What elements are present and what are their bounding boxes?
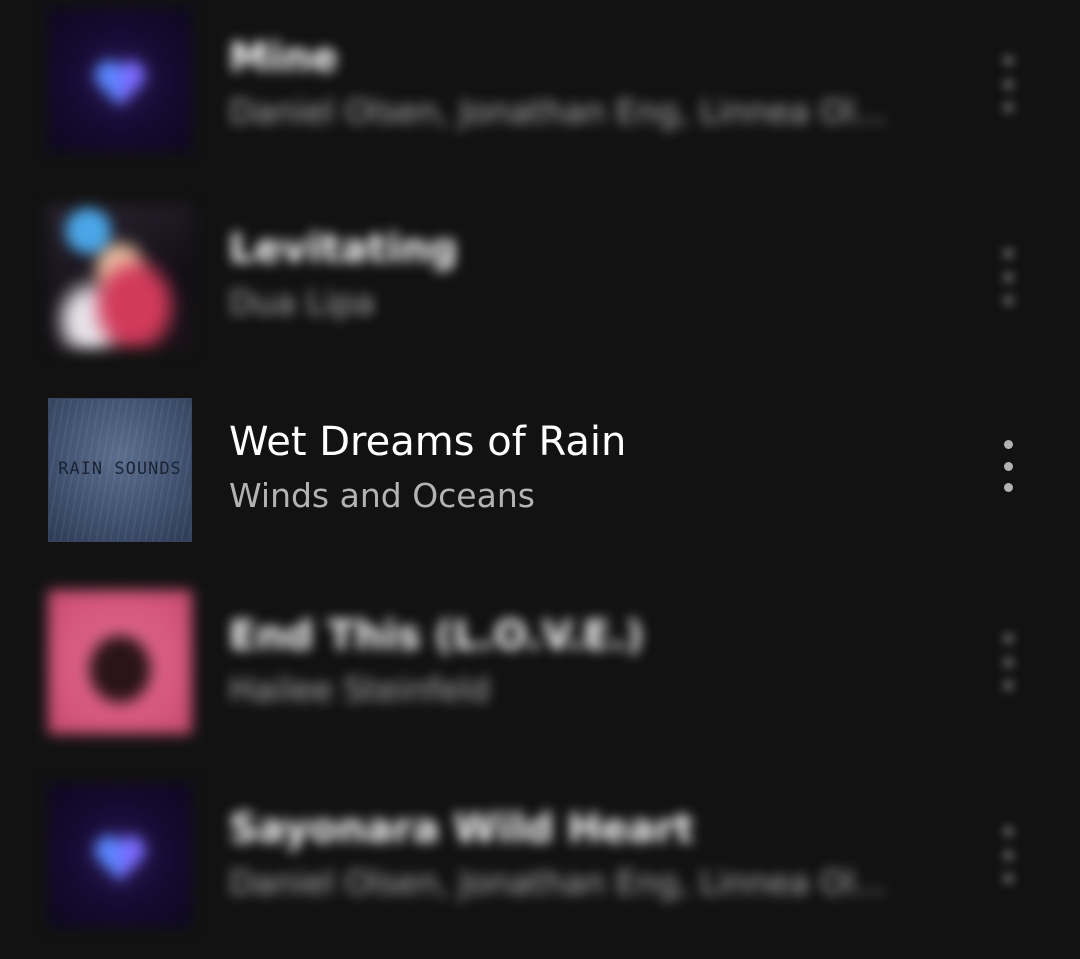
track-text: Levitating Dua Lipa <box>229 225 457 323</box>
more-vertical-icon <box>1003 296 1013 305</box>
more-options-button[interactable] <box>990 54 1026 114</box>
track-text: End This (L.O.V.E.) Hailee Steinfeld <box>229 612 644 710</box>
track-text: Mine Daniel Olsen, Jonathan Eng, Linnea … <box>229 34 886 132</box>
more-vertical-icon <box>1003 827 1013 836</box>
track-text: Wet Dreams of Rain Winds and Oceans <box>229 418 626 516</box>
track-text: Sayonara Wild Heart Daniel Olsen, Jonath… <box>229 805 886 903</box>
track-list: Mine Daniel Olsen, Jonathan Eng, Linnea … <box>0 0 1080 959</box>
album-art[interactable]: RAIN SOUNDS <box>48 398 192 542</box>
track-artist: Daniel Olsen, Jonathan Eng, Linnea Ol... <box>229 863 887 902</box>
track-title: Mine <box>229 35 339 81</box>
more-vertical-icon <box>1003 483 1013 492</box>
track-artist: Hailee Steinfeld <box>229 670 490 709</box>
album-art[interactable] <box>48 8 192 152</box>
more-vertical-icon <box>1003 249 1013 258</box>
more-vertical-icon <box>1003 440 1013 449</box>
more-vertical-icon <box>1003 874 1013 883</box>
heart-icon <box>94 60 146 106</box>
album-art[interactable] <box>48 590 192 734</box>
more-options-button[interactable] <box>990 632 1026 692</box>
track-artist: Dua Lipa <box>229 283 375 322</box>
more-vertical-icon <box>1003 103 1013 112</box>
track-row[interactable]: Sayonara Wild Heart Daniel Olsen, Jonath… <box>0 775 1080 935</box>
track-row[interactable]: Levitating Dua Lipa <box>0 197 1080 357</box>
more-vertical-icon <box>1003 79 1013 89</box>
more-options-button[interactable] <box>990 438 1026 494</box>
more-options-button[interactable] <box>990 247 1026 307</box>
track-row[interactable]: RAIN SOUNDS Wet Dreams of Rain Winds and… <box>0 390 1080 550</box>
track-artist: Winds and Oceans <box>229 476 535 515</box>
track-row[interactable]: Mine Daniel Olsen, Jonathan Eng, Linnea … <box>0 0 1080 160</box>
more-vertical-icon <box>1003 56 1013 65</box>
more-vertical-icon <box>1003 634 1013 643</box>
album-art[interactable] <box>48 783 192 927</box>
more-vertical-icon <box>1003 657 1013 667</box>
more-vertical-icon <box>1003 681 1013 690</box>
track-artist: Daniel Olsen, Jonathan Eng, Linnea Ol... <box>229 92 887 131</box>
track-title: Sayonara Wild Heart <box>229 806 694 852</box>
track-title: End This (L.O.V.E.) <box>229 613 644 659</box>
more-vertical-icon <box>1003 272 1013 282</box>
more-vertical-icon <box>1003 850 1013 860</box>
track-row[interactable]: End This (L.O.V.E.) Hailee Steinfeld <box>0 582 1080 742</box>
track-title: Levitating <box>229 226 458 272</box>
album-art-label: RAIN SOUNDS <box>58 459 182 479</box>
album-art[interactable] <box>48 205 192 349</box>
track-title: Wet Dreams of Rain <box>229 419 627 465</box>
more-options-button[interactable] <box>990 825 1026 885</box>
heart-icon <box>94 835 146 881</box>
more-vertical-icon <box>1003 461 1013 471</box>
